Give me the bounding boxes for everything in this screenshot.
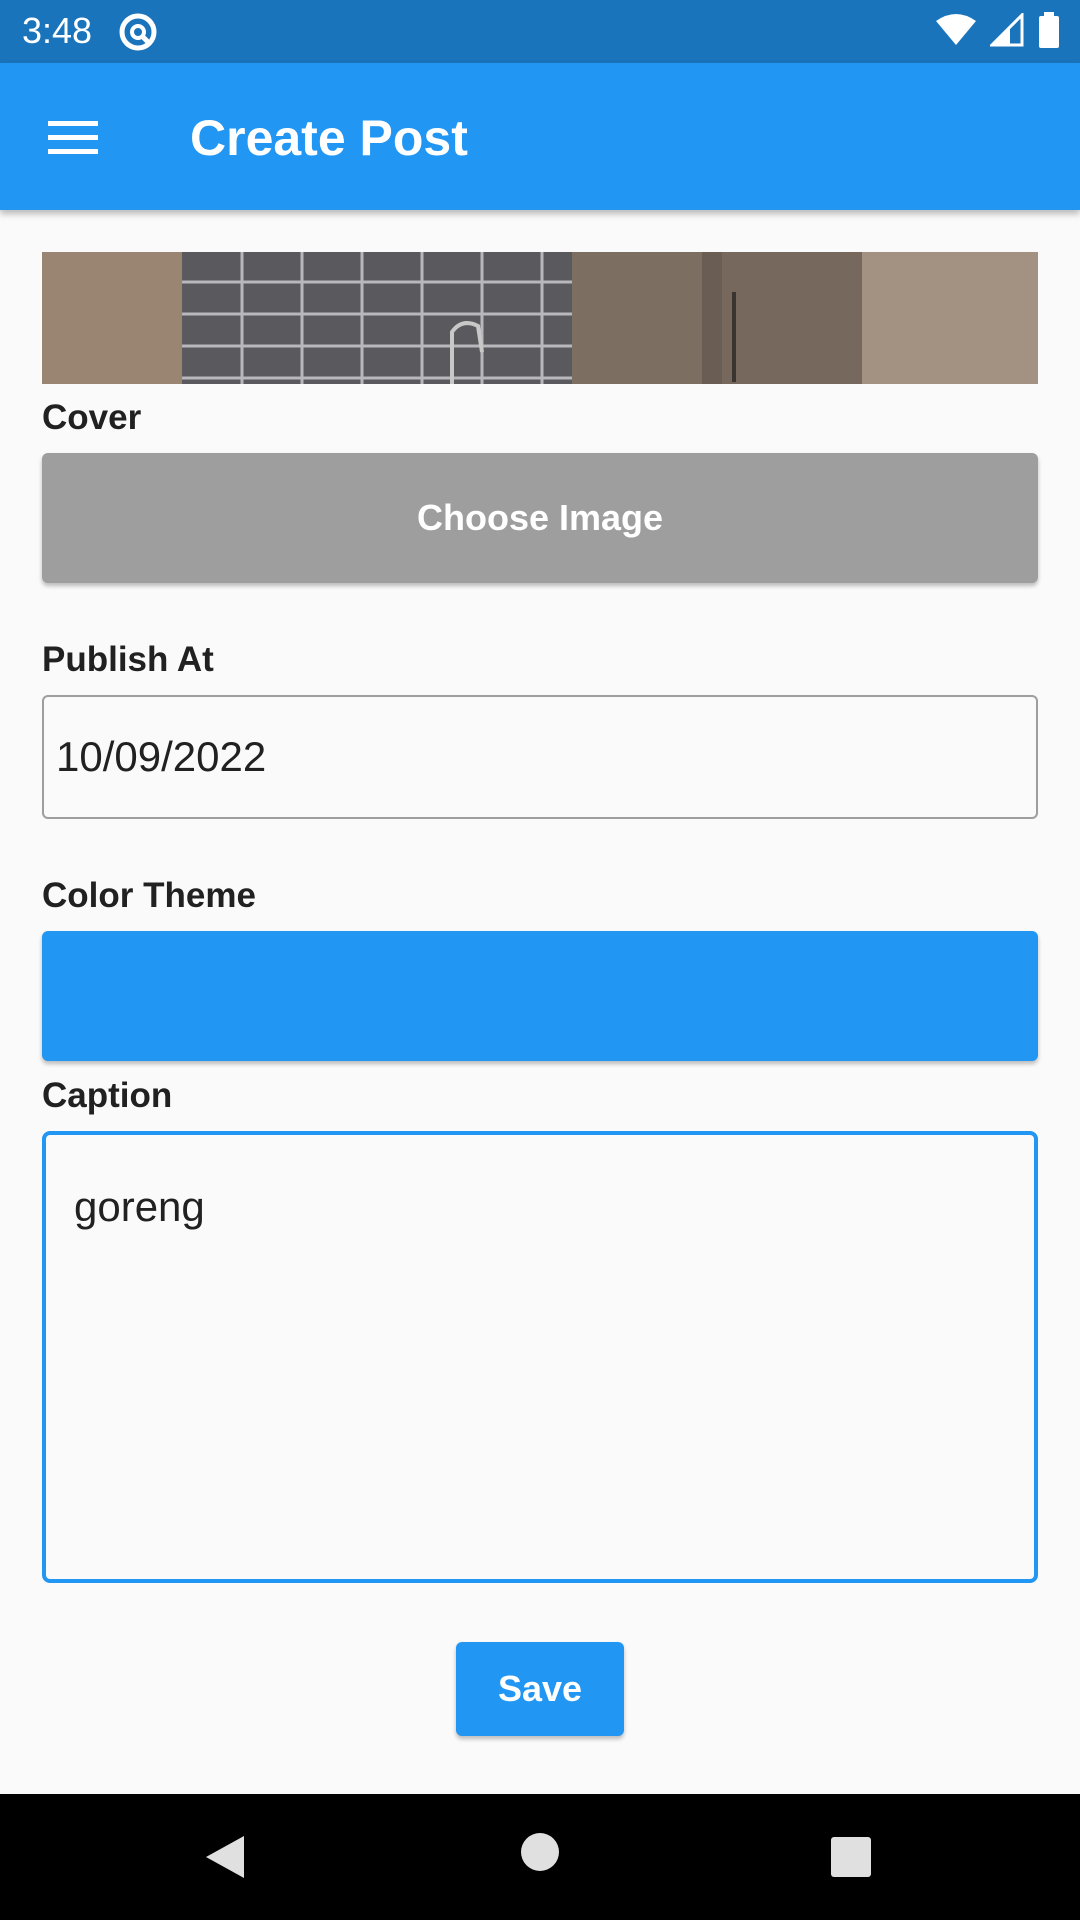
publish-date-field[interactable]: 10/09/2022 bbox=[42, 695, 1038, 819]
publish-at-label: Publish At bbox=[42, 640, 214, 679]
save-button[interactable]: Save bbox=[456, 1642, 624, 1736]
cell-signal-icon bbox=[988, 11, 1024, 52]
cover-image-preview bbox=[42, 252, 1038, 384]
app-notification-icon bbox=[118, 12, 158, 57]
color-theme-label: Color Theme bbox=[42, 876, 256, 915]
color-theme-picker[interactable] bbox=[42, 931, 1038, 1061]
page-title: Create Post bbox=[190, 110, 468, 166]
home-icon[interactable] bbox=[520, 1832, 560, 1877]
status-bar: 3:48 bbox=[0, 0, 1080, 63]
recents-icon[interactable] bbox=[830, 1836, 872, 1883]
choose-image-button[interactable]: Choose Image bbox=[42, 453, 1038, 583]
back-icon[interactable] bbox=[204, 1834, 246, 1885]
hamburger-menu-icon[interactable] bbox=[48, 119, 98, 160]
cover-label: Cover bbox=[42, 398, 142, 437]
battery-icon bbox=[1038, 12, 1060, 53]
app-bar: Create Post bbox=[0, 63, 1080, 210]
wifi-icon bbox=[936, 13, 976, 52]
caption-label: Caption bbox=[42, 1076, 173, 1115]
status-time: 3:48 bbox=[22, 10, 93, 51]
system-nav-bar bbox=[0, 1794, 1080, 1920]
caption-textarea[interactable]: goreng bbox=[42, 1131, 1038, 1583]
